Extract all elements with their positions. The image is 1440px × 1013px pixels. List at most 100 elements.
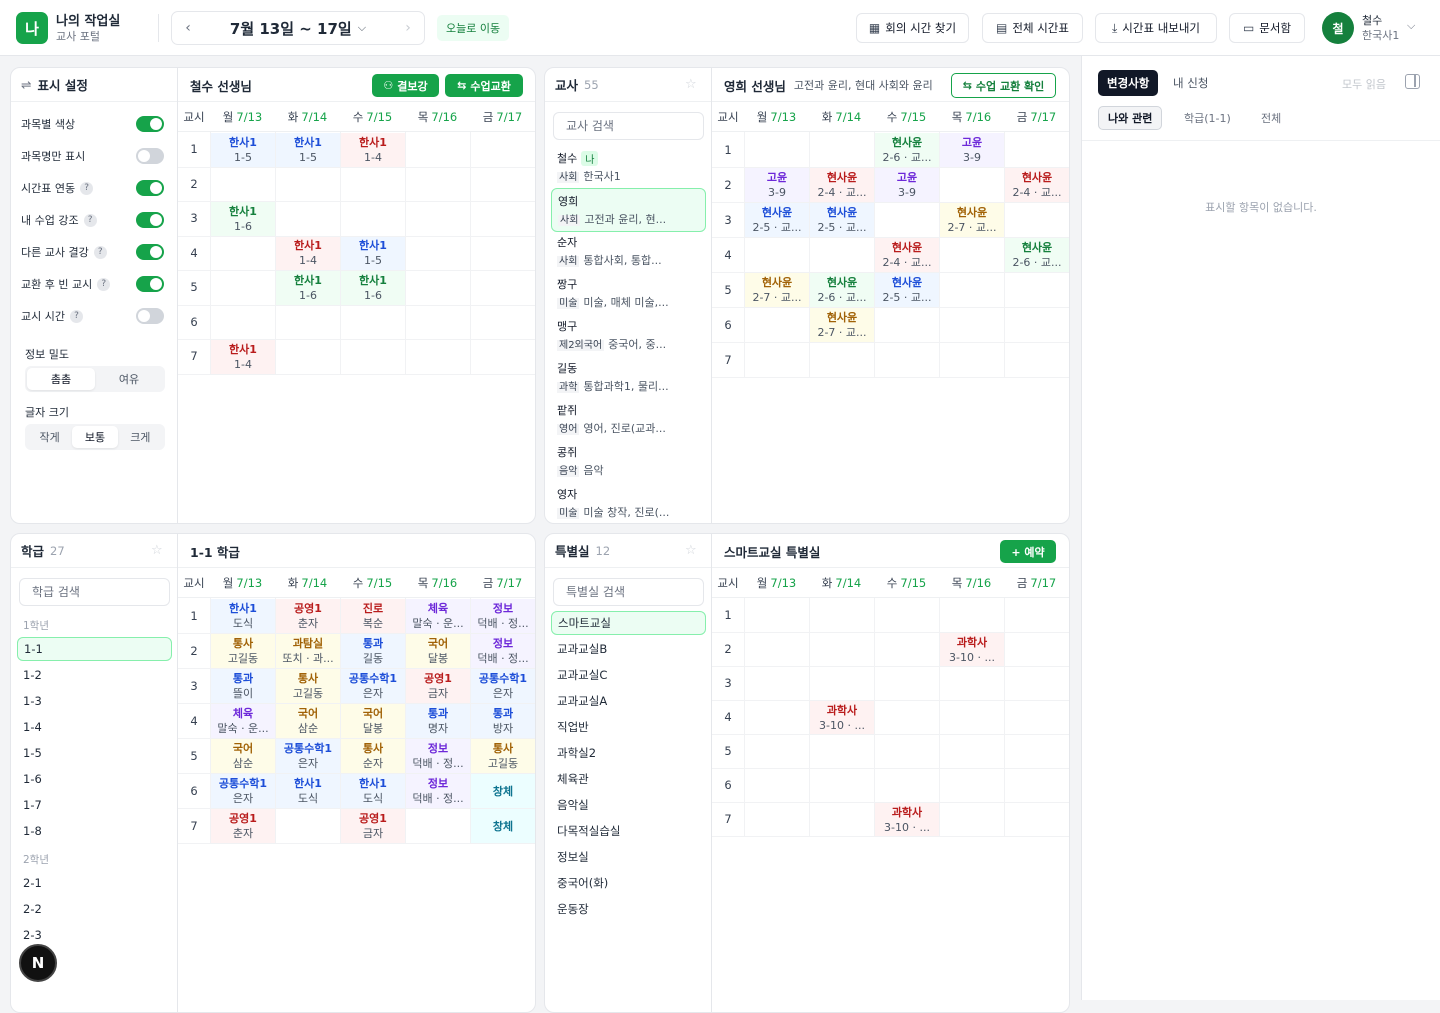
mark-all-read-button[interactable]: 모두 읽음 [1342, 76, 1386, 92]
timetable-cell[interactable]: 통과 명자 [406, 704, 470, 738]
absence-cover-button[interactable]: ⚇ 결보강 [372, 74, 439, 97]
timetable-cell[interactable]: 현사윤 2-4 · 교... [810, 168, 874, 202]
timetable-cell[interactable]: 정보 덕배 · 정... [406, 774, 470, 808]
tab-my-requests[interactable]: 내 신청 [1164, 70, 1217, 96]
timetable-cell[interactable]: 국어 삼순 [276, 704, 340, 738]
timetable-cell[interactable]: 과학사 3-10 · ... [875, 803, 939, 836]
prev-week-button[interactable]: ‹ [172, 12, 204, 44]
timetable-cell[interactable]: 정보 덕배 · 정... [406, 739, 470, 773]
timetable-cell[interactable]: 한사1 1-6 [211, 202, 275, 236]
help-icon[interactable]: ? [80, 181, 94, 195]
timetable-cell[interactable]: 공통수학1 은자 [211, 774, 275, 808]
class-item[interactable]: 1-7 [17, 793, 172, 817]
toggle-switch[interactable] [136, 212, 164, 228]
timetable-cell[interactable]: 통사 고길동 [276, 669, 340, 703]
density-relaxed[interactable]: 여유 [95, 368, 163, 390]
room-item[interactable]: 다목적실습실 [551, 819, 706, 843]
date-range-picker[interactable]: 7월 13일 ~ 17일 ⌵ [212, 12, 384, 44]
timetable-cell[interactable]: 현사윤 2-6 · 교... [875, 133, 939, 167]
timetable-cell[interactable]: 국어 달봉 [341, 704, 405, 738]
toggle-switch[interactable] [136, 180, 164, 196]
timetable-cell[interactable]: 현사윤 2-5 · 교... [875, 273, 939, 307]
timetable-cell[interactable]: 정보 덕배 · 정... [471, 599, 535, 633]
timetable-cell[interactable]: 통과 뜰이 [211, 669, 275, 703]
timetable-cell[interactable]: 현사윤 2-7 · 교... [940, 203, 1004, 237]
teacher-item[interactable]: 팥쥐 영어 영어, 진로(교과... [551, 398, 706, 440]
notion-fab-button[interactable]: N [19, 944, 57, 982]
class-item[interactable]: 2-2 [17, 897, 172, 921]
class-item[interactable]: 1-8 [17, 819, 172, 843]
timetable-cell[interactable]: 통사 순자 [341, 739, 405, 773]
density-compact[interactable]: 촘촘 [27, 368, 95, 390]
class-item[interactable]: 1-6 [17, 767, 172, 791]
timetable-cell[interactable]: 공영1 춘자 [276, 599, 340, 633]
room-item[interactable]: 음악실 [551, 793, 706, 817]
timetable-cell[interactable]: 체육 말숙 · 운... [406, 599, 470, 633]
timetable-cell[interactable]: 현사윤 2-6 · 교... [1005, 238, 1069, 272]
help-icon[interactable]: ? [93, 245, 107, 259]
teacher-item[interactable]: 영희 사회 고전과 윤리, 현... [551, 188, 706, 232]
timetable-cell[interactable]: 정보 덕배 · 정... [471, 634, 535, 668]
timetable-cell[interactable]: 한사1 1-4 [211, 340, 275, 374]
toggle-switch[interactable] [136, 276, 164, 292]
help-icon[interactable]: ? [97, 277, 111, 291]
timetable-cell[interactable]: 공영1 춘자 [211, 809, 275, 843]
timetable-cell[interactable]: 한사1 1-5 [276, 133, 340, 167]
timetable-cell[interactable]: 창체 [471, 809, 535, 843]
collapse-panel-icon[interactable] [1405, 74, 1420, 89]
timetable-cell[interactable]: 현사윤 2-4 · 교... [1005, 168, 1069, 202]
toggle-switch[interactable] [136, 116, 164, 132]
find-meeting-time-button[interactable]: ▦ 회의 시간 찾기 [856, 13, 969, 43]
timetable-cell[interactable]: 고윤 3-9 [940, 133, 1004, 167]
timetable-cell[interactable]: 창체 [471, 774, 535, 808]
room-item[interactable]: 교과교실A [551, 689, 706, 713]
room-item[interactable]: 스마트교실 [551, 611, 706, 635]
timetable-cell[interactable]: 과탐실 또치 · 과... [276, 634, 340, 668]
timetable-cell[interactable]: 현사윤 2-6 · 교... [810, 273, 874, 307]
room-item[interactable]: 교과교실B [551, 637, 706, 661]
help-icon[interactable]: ? [83, 213, 97, 227]
class-swap-button[interactable]: ⇆ 수업교환 [445, 74, 523, 97]
timetable-cell[interactable]: 통과 방자 [471, 704, 535, 738]
timetable-cell[interactable]: 공통수학1 은자 [471, 669, 535, 703]
timetable-cell[interactable]: 통사 고길동 [471, 739, 535, 773]
toggle-switch[interactable] [136, 308, 164, 324]
class-search-input[interactable] [19, 578, 170, 606]
class-item[interactable]: 1-3 [17, 689, 172, 713]
room-item[interactable]: 교과교실C [551, 663, 706, 687]
font-large[interactable]: 크게 [118, 426, 163, 448]
timetable-cell[interactable]: 현사윤 2-7 · 교... [810, 308, 874, 342]
timetable-cell[interactable]: 진로 복순 [341, 599, 405, 633]
room-item[interactable]: 중국어(화) [551, 871, 706, 895]
class-item[interactable]: 1-5 [17, 741, 172, 765]
star-icon[interactable]: ☆ [685, 543, 697, 558]
teacher-search-input[interactable] [553, 112, 704, 140]
timetable-cell[interactable]: 한사1 1-5 [211, 133, 275, 167]
timetable-cell[interactable]: 통과 길동 [341, 634, 405, 668]
room-item[interactable]: 과학실2 [551, 741, 706, 765]
help-icon[interactable]: ? [69, 309, 83, 323]
star-icon[interactable]: ☆ [151, 543, 163, 558]
filter-all[interactable]: 전체 [1252, 106, 1290, 130]
documents-button[interactable]: ▭ 문서함 [1229, 13, 1305, 43]
timetable-cell[interactable]: 공통수학1 은자 [341, 669, 405, 703]
timetable-cell[interactable]: 체육 말숙 · 운... [211, 704, 275, 738]
reserve-button[interactable]: + 예약 [1000, 540, 1056, 563]
font-medium[interactable]: 보통 [72, 426, 118, 448]
timetable-cell[interactable]: 한사1 도식 [276, 774, 340, 808]
filter-related[interactable]: 나와 관련 [1098, 106, 1163, 130]
toggle-switch[interactable] [136, 148, 164, 164]
timetable-cell[interactable]: 국어 삼순 [211, 739, 275, 773]
timetable-cell[interactable]: 한사1 1-5 [341, 236, 405, 270]
timetable-cell[interactable]: 현사윤 2-7 · 교... [745, 273, 809, 307]
timetable-cell[interactable]: 공통수학1 은자 [276, 739, 340, 773]
timetable-cell[interactable]: 통사 고길동 [211, 634, 275, 668]
timetable-cell[interactable]: 현사윤 2-5 · 교... [745, 203, 809, 237]
room-search-input[interactable] [553, 578, 704, 606]
room-item[interactable]: 직업반 [551, 715, 706, 739]
teacher-item[interactable]: 콩쥐 음악 음악 [551, 440, 706, 482]
timetable-cell[interactable]: 현사윤 2-5 · 교... [810, 203, 874, 237]
class-item[interactable]: 2-1 [17, 871, 172, 895]
timetable-cell[interactable]: 고윤 3-9 [875, 168, 939, 202]
swap-check-button[interactable]: ⇆ 수업 교환 확인 [951, 73, 1056, 98]
